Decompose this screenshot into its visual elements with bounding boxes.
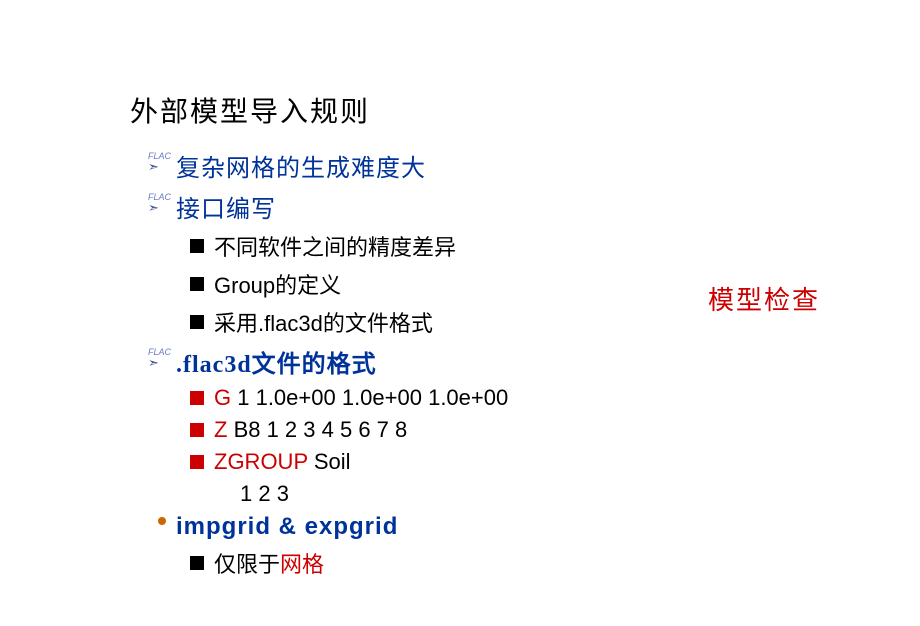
bullet-text: 仅限于网格 xyxy=(214,547,324,579)
flac-bullet-icon: FLAC➣ xyxy=(148,344,176,370)
dot-bullet-icon xyxy=(148,513,176,525)
flac-bullet-icon: FLAC➣ xyxy=(148,189,176,215)
bullet-level1-interface: FLAC➣ 接口编写 xyxy=(148,189,920,224)
slide-title: 外部模型导入规则 xyxy=(130,90,920,130)
square-red-bullet-icon xyxy=(190,423,204,437)
square-red-bullet-icon xyxy=(190,455,204,469)
bullet-text: G 1 1.0e+00 1.0e+00 1.0e+00 xyxy=(214,385,508,411)
bullet-text: .flac3d文件的格式 xyxy=(176,344,377,379)
bullet-text: Z B8 1 2 3 4 5 6 7 8 xyxy=(214,417,407,443)
bullet-text: ZGROUP Soil xyxy=(214,449,351,475)
bullet-text: 采用.flac3d的文件格式 xyxy=(214,306,433,338)
sidebar-note-model-check: 模型检查 xyxy=(708,280,820,317)
bullet-level1-flac3d-file: FLAC➣ .flac3d文件的格式 xyxy=(148,344,920,379)
bullet-level2-g-line: G 1 1.0e+00 1.0e+00 1.0e+00 xyxy=(190,385,920,411)
flac-bullet-icon: FLAC➣ xyxy=(148,148,176,174)
square-bullet-icon xyxy=(190,556,204,570)
bullet-level1-complex-mesh: FLAC➣ 复杂网格的生成难度大 xyxy=(148,148,920,183)
bullet-text: Group的定义 xyxy=(214,268,341,300)
bullet-level2-precision: 不同软件之间的精度差异 xyxy=(190,230,920,262)
bullet-text: 不同软件之间的精度差异 xyxy=(214,230,456,262)
square-bullet-icon xyxy=(190,277,204,291)
bullet-level2-z-line: Z B8 1 2 3 4 5 6 7 8 xyxy=(190,417,920,443)
square-red-bullet-icon xyxy=(190,391,204,405)
bullet-level2-mesh-only: 仅限于网格 xyxy=(190,547,920,579)
bullet-text: 接口编写 xyxy=(176,189,276,224)
bullet-level3-numbers: 1 2 3 xyxy=(240,481,920,507)
square-bullet-icon xyxy=(190,315,204,329)
bullet-level2-zgroup-line: ZGROUP Soil xyxy=(190,449,920,475)
square-bullet-icon xyxy=(190,239,204,253)
bullet-level1-impgrid: impgrid & expgrid xyxy=(148,513,920,541)
bullet-text: 复杂网格的生成难度大 xyxy=(176,148,426,183)
bullet-text: impgrid & expgrid xyxy=(176,513,398,541)
